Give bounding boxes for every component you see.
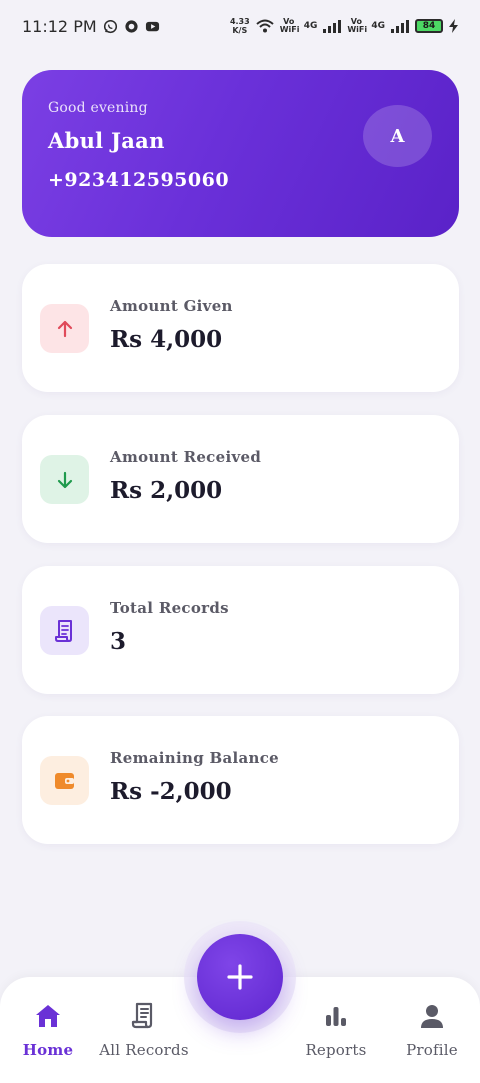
battery-level: 84 [422, 21, 436, 31]
stat-value: Rs 4,000 [110, 326, 223, 353]
user-header-card: Good evening Abul Jaan +923412595060 A [22, 70, 459, 237]
stat-label: Total Records [110, 599, 229, 617]
receipt-icon [129, 1001, 159, 1031]
sim1-gen: 4G [303, 21, 318, 31]
stat-label: Amount Given [110, 297, 233, 315]
nav-item-profile[interactable]: Profile [384, 1001, 480, 1059]
person-icon [417, 1001, 447, 1031]
wallet-icon [40, 756, 89, 805]
status-right: 4.33 K/S Vo WiFi 4G Vo WiFi 4G 84 [230, 17, 458, 35]
arrow-up-icon [40, 304, 89, 353]
status-left: 11:12 PM [22, 17, 160, 36]
nav-label: All Records [99, 1041, 189, 1059]
avatar-initial: A [390, 125, 405, 147]
nav-label: Home [22, 1041, 74, 1059]
net-speed: 4.33 K/S [230, 17, 250, 35]
amount-received-card[interactable]: Amount Received Rs 2,000 [22, 415, 459, 543]
arrow-down-icon [40, 455, 89, 504]
stat-label: Amount Received [110, 448, 262, 466]
plus-icon [227, 964, 253, 990]
remaining-balance-card[interactable]: Remaining Balance Rs -2,000 [22, 716, 459, 844]
nav-item-home[interactable]: Home [0, 1001, 96, 1059]
youtube-icon [145, 21, 159, 31]
stat-value: Rs 2,000 [110, 477, 223, 504]
nav-label: Reports [305, 1041, 367, 1059]
whatsapp-icon [103, 19, 117, 33]
sim2-label: Vo WiFi [347, 17, 368, 34]
wifi-icon [256, 19, 274, 33]
status-time: 11:12 PM [22, 16, 97, 36]
total-records-card[interactable]: Total Records 3 [22, 566, 459, 694]
avatar[interactable]: A [363, 105, 432, 167]
nav-item-reports[interactable]: Reports [288, 1001, 384, 1059]
net-speed-value: 4.33 [229, 17, 250, 26]
user-phone: +923412595060 [48, 169, 230, 191]
nav-item-all-records[interactable]: All Records [96, 1001, 192, 1059]
amount-given-card[interactable]: Amount Given Rs 4,000 [22, 264, 459, 392]
receipt-icon [40, 606, 89, 655]
sim2-gen: 4G [371, 21, 385, 31]
notification-app-icon [125, 19, 138, 33]
stat-label: Remaining Balance [110, 749, 280, 767]
signal-icon-2 [391, 19, 409, 33]
sim1-label: Vo WiFi [279, 17, 300, 34]
stat-value: 3 [110, 628, 127, 655]
add-record-button[interactable] [197, 934, 283, 1020]
net-speed-unit: K/S [232, 26, 248, 35]
nav-label: Profile [406, 1041, 458, 1059]
status-bar: 11:12 PM 4.33 K/S Vo WiFi 4G Vo WiFi 4G … [0, 0, 480, 52]
signal-icon-1 [323, 19, 342, 33]
charging-icon [449, 19, 458, 33]
battery-icon: 84 [415, 19, 443, 33]
stat-value: Rs -2,000 [110, 778, 232, 805]
bar-chart-icon [321, 1001, 351, 1031]
home-icon [33, 1001, 63, 1031]
